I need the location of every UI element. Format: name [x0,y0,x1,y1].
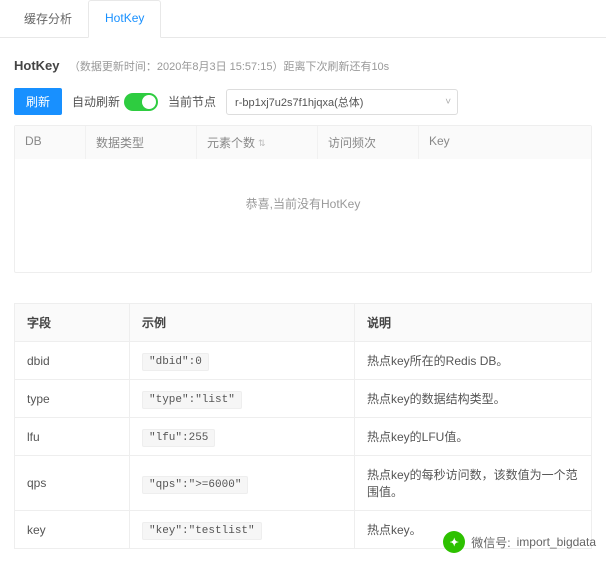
node-select[interactable]: r-bp1xj7u2s7f1hjqxa(总体) ˅ [226,89,458,115]
doc-table: 字段 示例 说明 dbid"dbid":0热点key所在的Redis DB。ty… [14,303,592,549]
update-meta: （数据更新时间：2020年8月3日 15:57:15）距离下次刷新还有10s [69,61,389,73]
hotkey-table: DB 数据类型 元素个数 ⇅ 访问频次 Key 恭喜,当前没有HotKey [14,125,592,273]
current-node-label: 当前节点 [168,93,216,110]
cell-example: "dbid":0 [130,342,355,380]
table-row: key"key":"testlist"热点key。 [15,511,592,549]
cell-field: type [15,380,130,418]
table-row: qps"qps":">=6000"热点key的每秒访问数，该数值为一个范围值。 [15,456,592,511]
col-freq[interactable]: 访问频次 [318,126,419,159]
sort-icon: ⇅ [258,139,266,147]
th-desc: 说明 [355,304,592,342]
cell-desc: 热点key的数据结构类型。 [355,380,592,418]
cell-field: qps [15,456,130,511]
table-header: DB 数据类型 元素个数 ⇅ 访问频次 Key [15,126,591,159]
cell-example: "lfu":255 [130,418,355,456]
col-key[interactable]: Key [419,126,591,159]
col-db[interactable]: DB [15,126,86,159]
table-row: type"type":"list"热点key的数据结构类型。 [15,380,592,418]
cell-example: "qps":">=6000" [130,456,355,511]
cell-example: "type":"list" [130,380,355,418]
cell-field: lfu [15,418,130,456]
cell-field: key [15,511,130,549]
th-example: 示例 [130,304,355,342]
cell-desc: 热点key所在的Redis DB。 [355,342,592,380]
cell-field: dbid [15,342,130,380]
refresh-button[interactable]: 刷新 [14,88,62,115]
cell-desc: 热点key的LFU值。 [355,418,592,456]
tab-cache-analysis[interactable]: 缓存分析 [8,0,88,37]
tab-hotkey[interactable]: HotKey [88,0,161,38]
chevron-down-icon: ˅ [445,96,451,107]
cell-desc: 热点key的每秒访问数，该数值为一个范围值。 [355,456,592,511]
empty-state: 恭喜,当前没有HotKey [15,159,591,272]
table-row: dbid"dbid":0热点key所在的Redis DB。 [15,342,592,380]
th-field: 字段 [15,304,130,342]
table-row: lfu"lfu":255热点key的LFU值。 [15,418,592,456]
col-type[interactable]: 数据类型 [86,126,197,159]
cell-example: "key":"testlist" [130,511,355,549]
auto-refresh-label: 自动刷新 [72,93,120,110]
page-title: HotKey [14,58,60,73]
toolbar: 刷新 自动刷新 当前节点 r-bp1xj7u2s7f1hjqxa(总体) ˅ [14,88,592,115]
node-select-value: r-bp1xj7u2s7f1hjqxa(总体) [235,97,363,109]
doc-header-row: 字段 示例 说明 [15,304,592,342]
page-header: HotKey （数据更新时间：2020年8月3日 15:57:15）距离下次刷新… [14,58,592,74]
tab-bar: 缓存分析 HotKey [0,0,606,38]
auto-refresh-toggle[interactable] [124,93,158,111]
col-count[interactable]: 元素个数 ⇅ [197,126,318,159]
cell-desc: 热点key。 [355,511,592,549]
